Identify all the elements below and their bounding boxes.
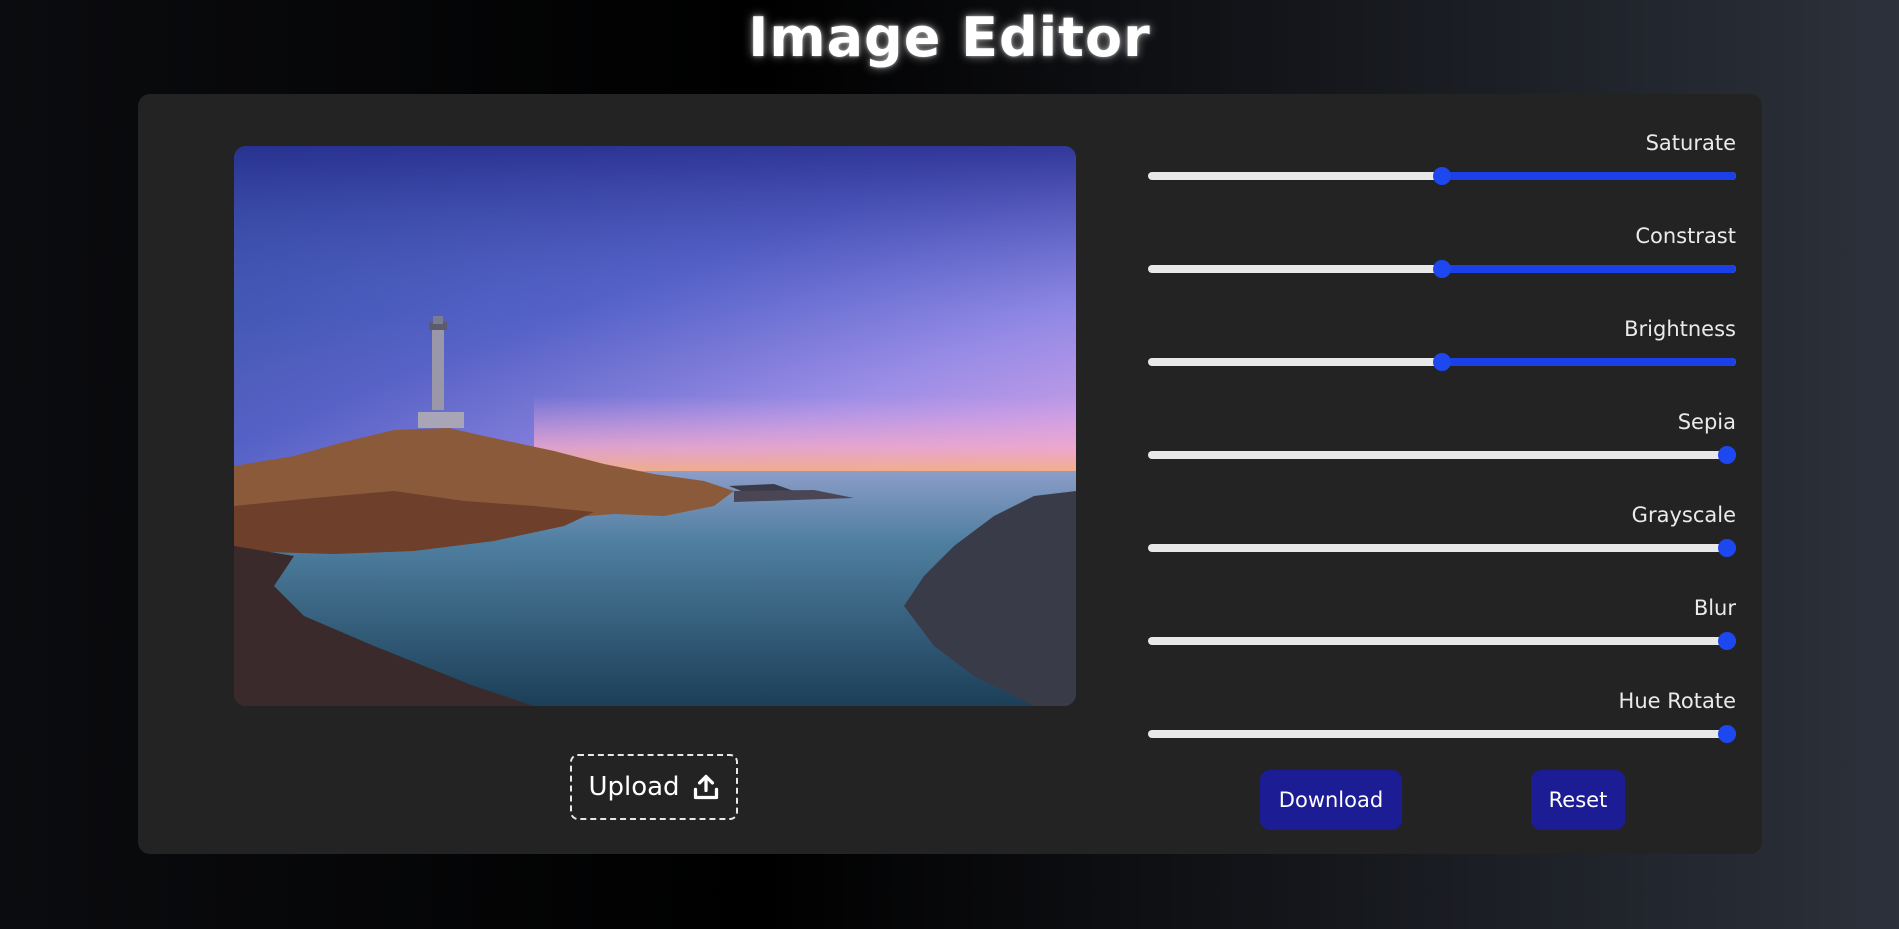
hue-rotate-control: Hue Rotate	[1148, 668, 1737, 758]
blur-label: Blur	[1693, 596, 1736, 620]
brightness-label: Brightness	[1624, 317, 1736, 341]
download-button[interactable]: Download	[1260, 770, 1402, 830]
grayscale-control: Grayscale	[1148, 482, 1737, 572]
image-preview	[234, 146, 1076, 706]
grayscale-slider[interactable]	[1148, 539, 1737, 557]
grayscale-label: Grayscale	[1631, 503, 1736, 527]
contrast-slider-thumb[interactable]	[1433, 260, 1451, 278]
saturate-control: Saturate	[1148, 110, 1736, 200]
lighthouse-photo	[234, 146, 1076, 706]
contrast-slider[interactable]	[1148, 260, 1736, 278]
blur-control: Blur	[1148, 575, 1737, 665]
page-title: Image Editor	[748, 6, 1151, 69]
blur-slider-thumb[interactable]	[1718, 632, 1737, 650]
contrast-control: Constrast	[1148, 203, 1736, 293]
sepia-slider-thumb[interactable]	[1718, 446, 1737, 464]
saturate-slider-thumb[interactable]	[1433, 167, 1451, 185]
blur-slider[interactable]	[1148, 632, 1737, 650]
hue-rotate-label: Hue Rotate	[1618, 689, 1736, 713]
sepia-slider[interactable]	[1148, 446, 1737, 464]
reset-button[interactable]: Reset	[1531, 770, 1625, 830]
saturate-label: Saturate	[1645, 131, 1736, 155]
grayscale-slider-thumb[interactable]	[1718, 539, 1737, 557]
contrast-label: Constrast	[1635, 224, 1736, 248]
upload-button[interactable]: Upload	[570, 754, 738, 820]
upload-label: Upload	[588, 772, 680, 802]
sepia-control: Sepia	[1148, 389, 1737, 479]
brightness-slider-thumb[interactable]	[1433, 353, 1451, 371]
brightness-slider[interactable]	[1148, 353, 1736, 371]
upload-icon	[693, 774, 718, 800]
hue-rotate-slider[interactable]	[1148, 725, 1737, 743]
editor-card: Upload Saturate Constrast Brightness Sep…	[138, 94, 1762, 854]
hue-rotate-slider-thumb[interactable]	[1718, 725, 1737, 743]
brightness-control: Brightness	[1148, 296, 1736, 386]
saturate-slider[interactable]	[1148, 167, 1736, 185]
sepia-label: Sepia	[1677, 410, 1736, 434]
